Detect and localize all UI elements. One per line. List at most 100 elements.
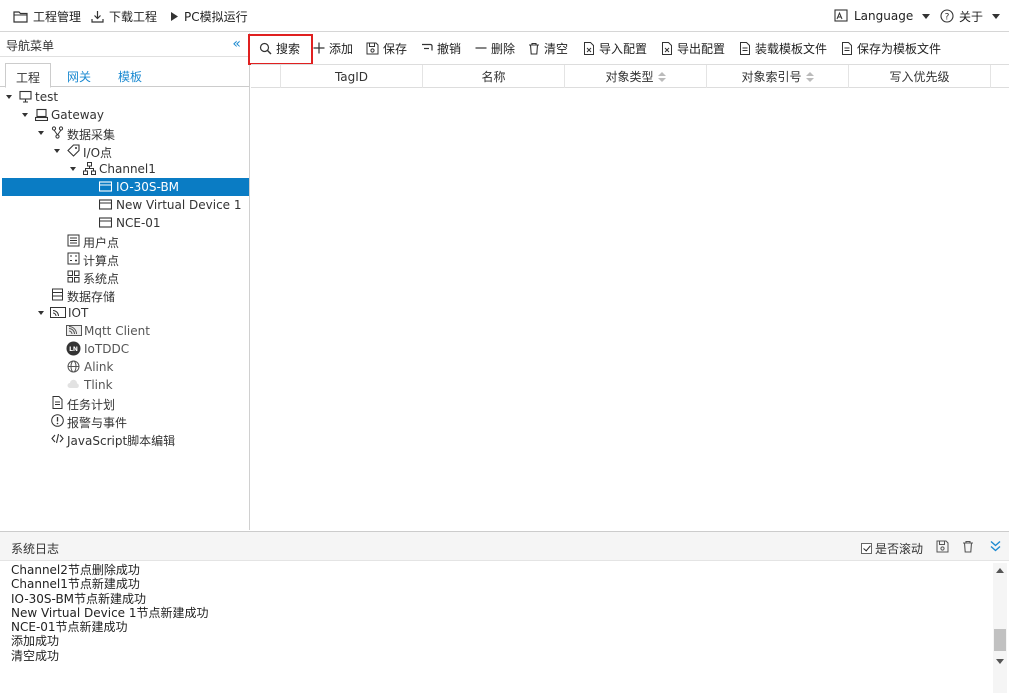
- tree-node-iotddc[interactable]: LN IoTDDC: [0, 340, 249, 358]
- grid-icon: [67, 270, 80, 283]
- tree-node-label: Mqtt Client: [84, 324, 150, 338]
- expand-toggle-icon[interactable]: [54, 149, 60, 153]
- file-icon: [740, 41, 750, 55]
- scrollbar-thumb[interactable]: [994, 629, 1006, 651]
- grid-header: TagID 名称 对象类型 对象索引号 写入优先级: [251, 64, 1009, 88]
- pc-simulation-menu[interactable]: PC模拟运行: [170, 7, 248, 25]
- system-log-content: Channel2节点删除成功 Channel1节点新建成功 IO-30S-BM节…: [11, 563, 986, 683]
- auto-scroll-checkbox[interactable]: 是否滚动: [861, 540, 923, 557]
- clear-button[interactable]: 清空: [528, 40, 568, 56]
- storage-icon: [52, 288, 63, 301]
- tree-node-data-acquisition[interactable]: 数据采集: [0, 124, 249, 142]
- download-icon: [91, 10, 104, 23]
- tree-node-label: test: [35, 90, 59, 104]
- column-header-write-priority[interactable]: 写入优先级: [849, 65, 991, 88]
- tree-node-gateway[interactable]: Gateway: [0, 106, 249, 124]
- export-config-button[interactable]: 导出配置: [661, 40, 725, 56]
- sort-icon[interactable]: [657, 71, 666, 82]
- log-scrollbar[interactable]: [993, 563, 1007, 693]
- tree-node-channel1[interactable]: Channel1: [0, 160, 249, 178]
- column-header-tagid[interactable]: TagID: [281, 65, 423, 88]
- tree-node-alarms-events[interactable]: 报警与事件: [0, 412, 249, 430]
- tree-node-label: I/O点: [83, 146, 113, 160]
- file-icon: [842, 41, 852, 55]
- log-line: Channel1节点新建成功: [11, 577, 140, 592]
- project-management-menu[interactable]: 工程管理: [13, 7, 81, 25]
- column-label: 对象索引号: [741, 70, 802, 84]
- tree-node-iot[interactable]: IOT: [0, 304, 249, 322]
- column-header-object-type[interactable]: 对象类型: [565, 65, 707, 88]
- trash-icon[interactable]: [962, 540, 974, 553]
- tree-node-new-virtual-device-1[interactable]: New Virtual Device 1: [0, 196, 249, 214]
- play-icon: [171, 11, 178, 21]
- save-as-template-button[interactable]: 保存为模板文件: [841, 40, 941, 56]
- collapse-left-icon[interactable]: «: [232, 36, 241, 52]
- add-button[interactable]: 添加: [313, 40, 353, 56]
- expand-toggle-icon[interactable]: [70, 167, 76, 171]
- save-button[interactable]: 保存: [366, 40, 407, 56]
- tree-node-label: IOT: [68, 306, 89, 320]
- tree-node-user-points[interactable]: 用户点: [0, 232, 249, 250]
- tree-node-data-storage[interactable]: 数据存储: [0, 286, 249, 304]
- expand-toggle-icon[interactable]: [6, 95, 12, 99]
- undo-button[interactable]: 撤销: [421, 40, 461, 56]
- scroll-down-arrow-icon[interactable]: [996, 659, 1004, 664]
- tree-node-label: Alink: [84, 360, 114, 374]
- tree-node-calc-points[interactable]: 计算点: [0, 250, 249, 268]
- tree-node-io-points[interactable]: I/O点: [0, 142, 249, 160]
- delete-label: 删除: [491, 41, 516, 56]
- column-header-name[interactable]: 名称: [423, 65, 565, 88]
- row-number-header: [251, 65, 281, 88]
- device-icon: [99, 217, 112, 228]
- column-label: TagID: [334, 69, 369, 84]
- expand-toggle-icon[interactable]: [38, 131, 44, 135]
- chevron-down-icon: [922, 13, 931, 19]
- trash-icon: [529, 42, 539, 55]
- tree-node-mqtt-client[interactable]: Mqtt Client: [0, 322, 249, 340]
- double-chevron-down-icon[interactable]: [990, 540, 1001, 552]
- language-menu[interactable]: Language: [834, 7, 931, 25]
- log-line: NCE-01节点新建成功: [11, 620, 128, 635]
- about-label: 关于: [959, 9, 984, 24]
- expand-toggle-icon[interactable]: [38, 311, 44, 315]
- language-icon: [834, 9, 848, 22]
- svg-text:?: ?: [945, 13, 950, 23]
- tab-template[interactable]: 模板: [108, 63, 152, 88]
- monitor-icon: [19, 90, 32, 103]
- chevron-down-icon: [992, 13, 1001, 19]
- tree-node-tlink[interactable]: Tlink: [0, 376, 249, 394]
- tab-project[interactable]: 工程: [5, 63, 52, 88]
- delete-button[interactable]: 删除: [475, 40, 515, 56]
- tree-node-alink[interactable]: Alink: [0, 358, 249, 376]
- tree-node-label: IoTDDC: [84, 342, 130, 356]
- checkbox-checked-icon[interactable]: [861, 543, 872, 554]
- import-config-button[interactable]: 导入配置: [583, 40, 647, 56]
- column-label: 对象类型: [605, 70, 654, 84]
- tree-node-system-points[interactable]: 系统点: [0, 268, 249, 286]
- download-project-menu[interactable]: 下载工程: [91, 7, 157, 25]
- nav-tabs: 工程 网关 模板: [0, 58, 249, 88]
- tab-gateway[interactable]: 网关: [57, 63, 101, 88]
- folder-icon: [13, 10, 28, 23]
- tree-node-label: Channel1: [99, 162, 156, 176]
- tree-node-test[interactable]: test: [0, 88, 249, 106]
- add-label: 添加: [329, 41, 354, 56]
- language-label: Language: [854, 9, 914, 23]
- load-template-button[interactable]: 装载模板文件: [739, 40, 827, 56]
- column-header-object-index[interactable]: 对象索引号: [707, 65, 849, 88]
- undo-icon: [422, 43, 433, 51]
- sort-icon[interactable]: [805, 71, 814, 82]
- svg-text:LN: LN: [69, 346, 78, 353]
- tree-node-io-30s-bm[interactable]: IO-30S-BM: [2, 178, 249, 196]
- tree-node-javascript-editor[interactable]: JavaScript脚本编辑: [0, 430, 249, 448]
- tree-node-nce-01[interactable]: NCE-01: [0, 214, 249, 232]
- log-line: New Virtual Device 1节点新建成功: [11, 605, 209, 620]
- scroll-up-arrow-icon[interactable]: [996, 568, 1004, 573]
- pc-simulation-label: PC模拟运行: [184, 9, 248, 24]
- tree-node-task-plan[interactable]: 任务计划: [0, 394, 249, 412]
- project-management-label: 工程管理: [33, 9, 82, 24]
- system-log-panel: 系统日志 是否滚动 Channel2节点删除成功 Channel1节点新建成功 …: [0, 531, 1009, 693]
- save-log-icon[interactable]: [936, 540, 949, 553]
- expand-toggle-icon[interactable]: [22, 113, 28, 117]
- about-menu[interactable]: ? 关于: [940, 7, 1001, 25]
